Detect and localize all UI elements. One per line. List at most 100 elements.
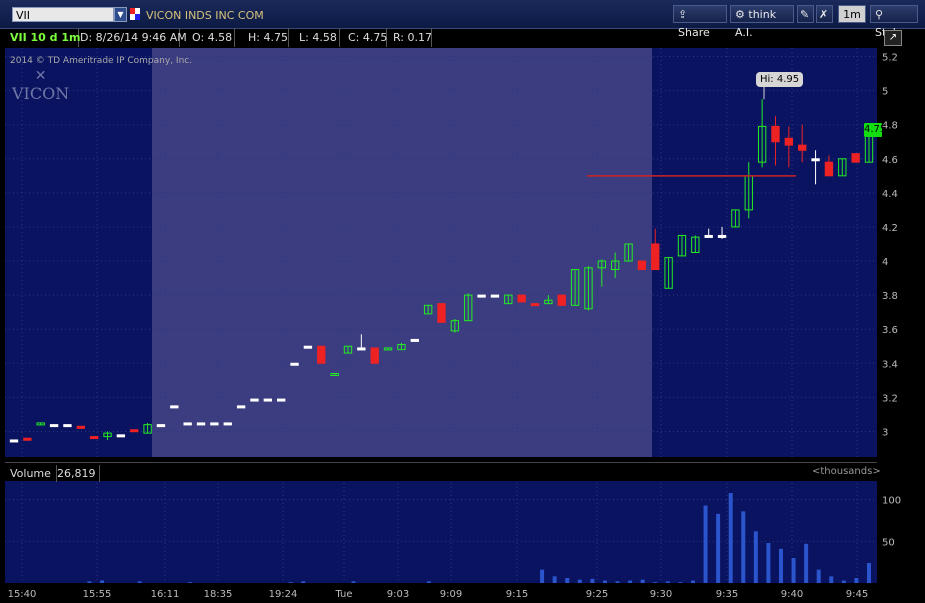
- volume-bar: [602, 580, 607, 583]
- style-button[interactable]: ⚲ Style: [870, 5, 918, 39]
- candle-body: [423, 304, 433, 315]
- volume-bar: [565, 578, 570, 583]
- volume-bar: [628, 580, 633, 583]
- price-chart[interactable]: 15:40 15:55 16:11 18:35 19:24 Tue 9:03 9:09 9:15…: [0, 0, 925, 603]
- candle-body: [357, 347, 366, 351]
- candle-body: [530, 303, 540, 307]
- candle-body: [383, 347, 393, 351]
- volume-bar: [829, 576, 834, 583]
- tools-button[interactable]: ✗: [816, 5, 833, 23]
- volume-tick-label: 50: [882, 537, 895, 548]
- date-readout: D: 8/26/14 9:46 AM: [80, 28, 187, 47]
- high-marker: Hi: 4.95: [756, 72, 804, 87]
- volume-bar: [867, 563, 871, 583]
- candle-body: [504, 294, 513, 305]
- volume-bar: [288, 582, 293, 583]
- range-readout: R: 0.17: [393, 28, 432, 47]
- volume-unit: <thousands>: [812, 466, 881, 477]
- copyright-watermark: 2014 © TD Ameritrade IP Company, Inc.: [10, 56, 193, 66]
- high-readout: H: 4.75: [248, 28, 289, 47]
- volume-bar: [703, 505, 708, 583]
- chart-settings-icon[interactable]: [130, 8, 140, 20]
- candle-body: [23, 437, 32, 441]
- think-button[interactable]: ⚙ think A.I.: [730, 5, 794, 39]
- volume-panel-bg: [5, 481, 877, 583]
- candle-body: [89, 436, 99, 440]
- y-tick-label: 5: [882, 87, 888, 98]
- candle-body: [63, 424, 72, 428]
- volume-bar: [665, 581, 670, 583]
- candle-body: [584, 267, 593, 310]
- price-panel-bg: [5, 48, 877, 457]
- x-tick-label: 9:45: [846, 589, 868, 600]
- candle-body: [570, 269, 580, 306]
- x-tick-label: 9:03: [387, 589, 409, 600]
- x-tick-label: 9:09: [440, 589, 462, 600]
- candle-body: [544, 299, 553, 305]
- volume-bar: [816, 569, 821, 583]
- draw-tool-icon[interactable]: ↗: [884, 30, 902, 46]
- candle-body: [464, 294, 473, 322]
- candle-body: [76, 425, 85, 429]
- candle-body: [183, 422, 192, 426]
- volume-bar: [137, 581, 142, 583]
- volume-bar: [854, 578, 859, 583]
- candle-body: [744, 175, 753, 211]
- x-tick-label: 9:15: [506, 589, 528, 600]
- x-tick-label: 15:55: [83, 589, 112, 600]
- candle-body: [330, 372, 339, 376]
- drawing-tools-button[interactable]: ✎: [797, 5, 814, 23]
- y-tick-label: 3.6: [882, 325, 898, 336]
- x-tick-label: 9:25: [586, 589, 608, 600]
- candle-body: [343, 345, 353, 354]
- volume-bar: [426, 581, 431, 583]
- last-price-tag: 4.75: [864, 123, 887, 137]
- y-tick-label: 4.6: [882, 155, 898, 166]
- volume-bar: [577, 579, 582, 583]
- volume-bar: [87, 581, 92, 583]
- gear-icon: ⚙: [735, 8, 745, 21]
- interval-button[interactable]: 1m: [838, 5, 866, 23]
- y-tick-label: 3.8: [882, 291, 898, 302]
- study-label[interactable]: VII 10 d 1m: [10, 28, 81, 47]
- volume-label: Volume: [10, 465, 57, 482]
- candle-body: [864, 132, 874, 163]
- candle-body: [410, 338, 419, 342]
- open-readout: O: 4.58: [192, 28, 235, 47]
- candle-body: [170, 405, 179, 409]
- x-tick-label: 9:40: [781, 589, 803, 600]
- volume-bar: [552, 576, 557, 583]
- share-button[interactable]: ⇪ Share: [673, 5, 727, 39]
- x-tick-label: 18:35: [204, 589, 233, 600]
- volume-bar: [766, 543, 771, 583]
- company-name: VICON INDS INC COM: [146, 9, 264, 22]
- x-tick-label: 16:11: [151, 589, 180, 600]
- volume-bar: [653, 582, 658, 583]
- symbol-dropdown-icon[interactable]: ▼: [114, 7, 127, 22]
- candle-body: [143, 424, 152, 434]
- candle-body: [771, 125, 780, 143]
- candle-body: [490, 294, 500, 298]
- volume-bar: [804, 543, 809, 583]
- x-tick-label: 9:30: [650, 589, 672, 600]
- candle-body: [757, 125, 767, 163]
- candle-body: [677, 234, 687, 257]
- candle-body: [397, 344, 406, 351]
- symbol-input[interactable]: VII: [12, 7, 114, 22]
- candle-body: [49, 424, 59, 428]
- share-icon: ⇪: [678, 8, 688, 21]
- candle-body: [277, 398, 286, 402]
- volume-bar: [640, 579, 645, 583]
- candle-body: [196, 422, 206, 426]
- style-icon: ⚲: [875, 8, 884, 21]
- share-label: Share: [678, 26, 710, 39]
- candle-body: [290, 362, 299, 366]
- candle-body: [691, 236, 700, 254]
- candle-body: [597, 260, 606, 269]
- candle-body: [263, 398, 273, 402]
- candle-body: [103, 432, 112, 438]
- candle-body: [798, 144, 807, 151]
- volume-bar: [753, 531, 758, 583]
- candle-body: [317, 345, 326, 364]
- close-readout: C: 4.75: [348, 28, 387, 47]
